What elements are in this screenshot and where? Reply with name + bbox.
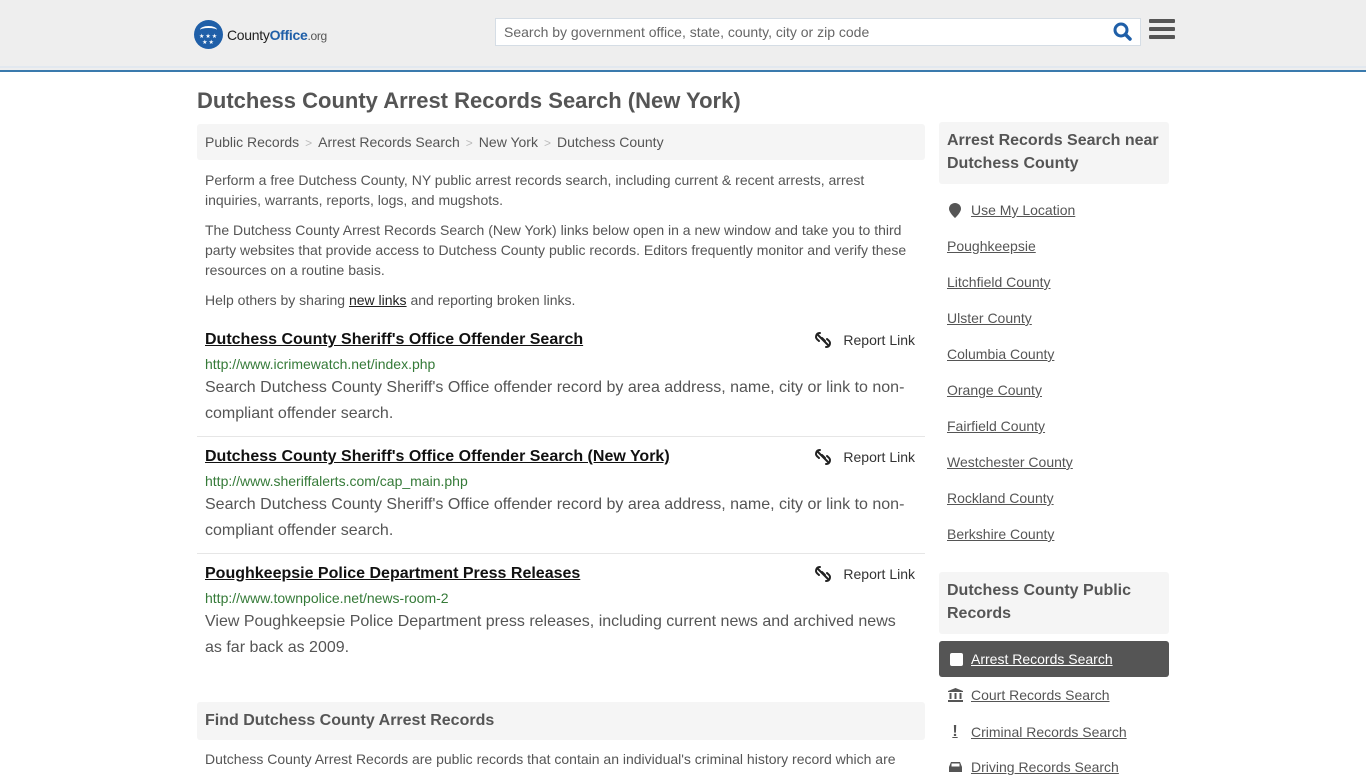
breadcrumb: Public Records > Arrest Records Search > New… [197,124,925,160]
eagle-logo-icon: ★★★ ★★ [194,20,223,49]
nearby-link[interactable]: Orange County [947,382,1042,398]
sidebar-item-criminal-records-search[interactable]: ! Criminal Records Search [947,723,1126,741]
map-pin-icon [947,202,963,218]
nearby-link[interactable]: Poughkeepsie [947,238,1036,254]
nearby-link[interactable]: Ulster County [947,310,1032,326]
intro-text: Perform a free Dutchess County, NY publi… [205,170,917,320]
breadcrumb-new-york[interactable]: New York [479,134,538,150]
search-box [495,18,1141,46]
result-url: http://www.townpolice.net/news-room-2 [205,590,449,606]
site-logo[interactable]: ★★★ ★★ CountyOffice.org [194,20,327,49]
breadcrumb-arrest-records-search[interactable]: Arrest Records Search [318,134,460,150]
nearby-heading: Arrest Records Search near Dutchess Coun… [939,122,1169,184]
hamburger-menu-icon [1149,19,1175,23]
search-input[interactable] [496,19,1106,45]
result-description: View Poughkeepsie Police Department pres… [205,613,896,656]
nearby-link[interactable]: Columbia County [947,346,1054,362]
broken-link-icon [815,332,832,348]
intro-paragraph: The Dutchess County Arrest Records Searc… [205,222,907,278]
result-item: Dutchess County Sheriff's Office Offende… [197,447,925,554]
result-url: http://www.sheriffalerts.com/cap_main.ph… [205,473,468,489]
public-records-heading: Dutchess County Public Records [939,572,1169,634]
result-description: Search Dutchess County Sheriff's Office … [205,496,905,539]
nearby-link[interactable]: Fairfield County [947,418,1045,434]
use-my-location-link[interactable]: Use My Location [947,202,1075,218]
breadcrumb-separator: > [543,136,551,150]
square-icon [950,652,963,666]
intro-paragraph: Perform a free Dutchess County, NY publi… [205,172,865,208]
result-item: Poughkeepsie Police Department Press Rel… [197,564,925,671]
breadcrumb-separator: > [305,136,313,150]
broken-link-icon [815,566,832,582]
new-links-link[interactable]: new links [349,292,407,308]
sidebar-item-court-records-search[interactable]: Court Records Search [947,687,1110,703]
nearby-link[interactable]: Westchester County [947,454,1073,470]
page-title: Dutchess County Arrest Records Search (N… [197,88,741,113]
report-link-button[interactable]: Report Link [815,332,915,348]
nearby-link[interactable]: Rockland County [947,490,1054,506]
result-title-link[interactable]: Dutchess County Sheriff's Office Offende… [205,447,670,467]
result-title-link[interactable]: Poughkeepsie Police Department Press Rel… [205,564,580,584]
result-description: Search Dutchess County Sheriff's Office … [205,379,905,422]
site-header: ★★★ ★★ CountyOffice.org [0,0,1366,72]
result-item: Dutchess County Sheriff's Office Offende… [197,330,925,437]
nearby-link[interactable]: Litchfield County [947,274,1051,290]
intro-help-paragraph: Help others by sharing new links and rep… [205,292,576,308]
search-button[interactable] [1112,22,1134,42]
find-records-body: Dutchess County Arrest Records are publi… [205,751,896,767]
nearby-link[interactable]: Berkshire County [947,526,1054,542]
courthouse-icon [947,688,963,702]
exclamation-icon: ! [952,723,958,740]
broken-link-icon [815,449,832,465]
result-url: http://www.icrimewatch.net/index.php [205,356,436,372]
sidebar-item-driving-records-search[interactable]: Driving Records Search [947,759,1119,775]
report-link-button[interactable]: Report Link [815,449,915,465]
hamburger-menu-button[interactable] [1149,19,1175,43]
car-icon [947,761,963,774]
logo-text: CountyOffice.org [227,26,327,43]
breadcrumb-separator: > [465,136,473,150]
breadcrumb-public-records[interactable]: Public Records [205,134,299,150]
report-link-button[interactable]: Report Link [815,566,915,582]
find-records-heading: Find Dutchess County Arrest Records [197,702,925,740]
sidebar-item-arrest-records-search[interactable]: Arrest Records Search [939,641,1169,677]
breadcrumb-dutchess-county[interactable]: Dutchess County [557,134,664,150]
result-title-link[interactable]: Dutchess County Sheriff's Office Offende… [205,330,583,350]
search-icon [1113,22,1132,41]
